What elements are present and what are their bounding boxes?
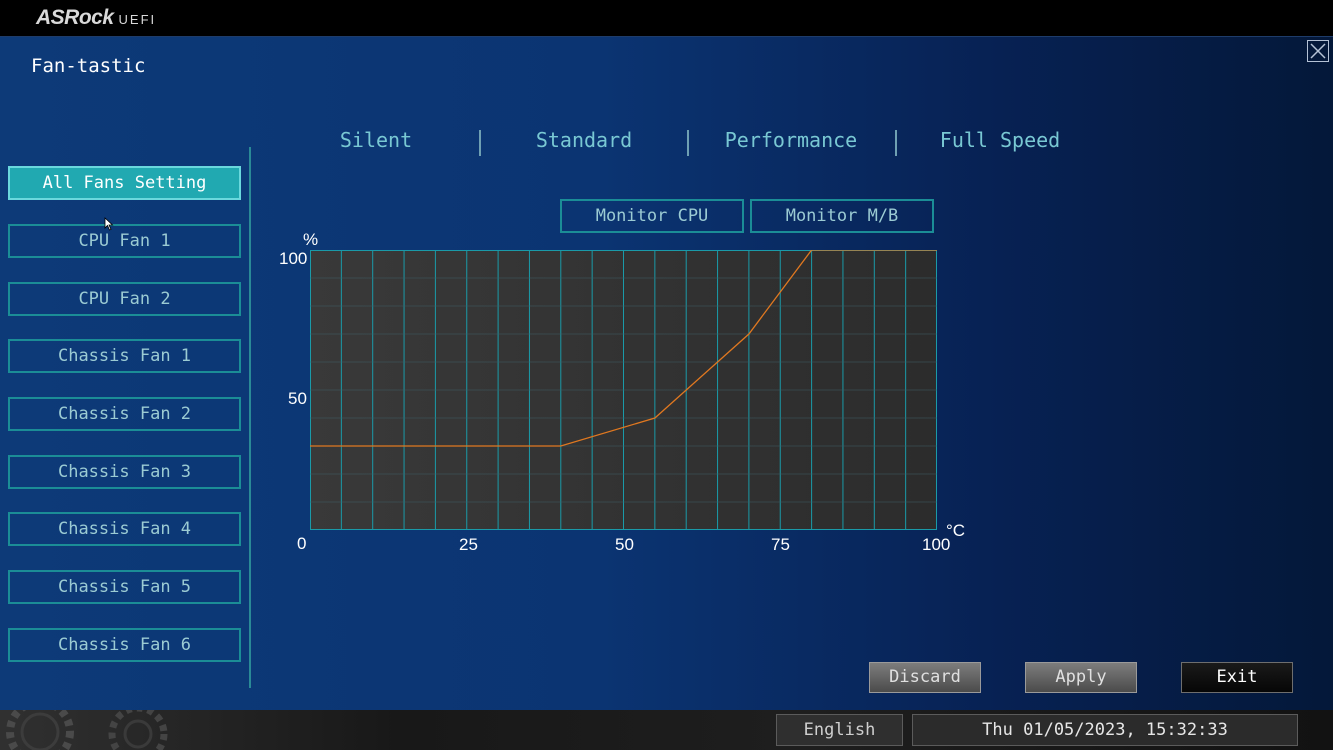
y-tick-label: 50 [288,389,307,408]
x-tick-label: 0 [297,534,307,553]
sidebar-item-all-fans[interactable]: All Fans Setting [8,166,241,200]
y-axis-unit: % [303,230,319,249]
x-tick-label: 100 [922,535,951,554]
close-button[interactable] [1307,40,1329,62]
tab-performance[interactable]: Performance [701,128,881,152]
close-icon [1310,43,1326,59]
sidebar-item-chassis-fan-6[interactable]: Chassis Fan 6 [8,628,241,662]
x-tick-label: 25 [459,535,478,554]
apply-button[interactable]: Apply [1025,662,1137,693]
top-bar: ASRock UEFI [0,0,1333,37]
mouse-cursor-icon [104,217,114,231]
tab-full-speed[interactable]: Full Speed [910,128,1090,152]
sidebar-item-chassis-fan-3[interactable]: Chassis Fan 3 [8,455,241,489]
sidebar-item-chassis-fan-4[interactable]: Chassis Fan 4 [8,512,241,546]
tab-separator [479,130,481,156]
sidebar-item-chassis-fan-2[interactable]: Chassis Fan 2 [8,397,241,431]
monitor-cpu-button[interactable]: Monitor CPU [560,199,744,233]
x-tick-label: 50 [615,535,634,554]
page-title: Fan-tastic [31,55,146,77]
sidebar-item-cpu-fan-1[interactable]: CPU Fan 1 [8,224,241,258]
sidebar-item-cpu-fan-2[interactable]: CPU Fan 2 [8,282,241,316]
sidebar-item-chassis-fan-1[interactable]: Chassis Fan 1 [8,339,241,373]
gear-decoration-icon [6,710,168,750]
language-button[interactable]: English [776,714,903,746]
tab-separator [895,130,897,156]
monitor-mb-button[interactable]: Monitor M/B [750,199,934,233]
datetime-display: Thu 01/05/2023, 15:32:33 [912,714,1298,746]
tab-standard[interactable]: Standard [494,128,674,152]
uefi-text: UEFI [118,12,157,27]
fan-curve-chart[interactable] [310,250,937,530]
y-tick-label: 100 [279,249,308,268]
exit-button[interactable]: Exit [1181,662,1293,693]
discard-button[interactable]: Discard [869,662,981,693]
asrock-logo: ASRock UEFI [36,6,156,32]
tab-silent[interactable]: Silent [286,128,466,152]
sidebar-divider [249,147,251,688]
tab-separator [687,130,689,156]
sidebar-item-chassis-fan-5[interactable]: Chassis Fan 5 [8,570,241,604]
x-tick-label: 75 [771,535,790,554]
brand-text: ASRock [36,6,114,29]
